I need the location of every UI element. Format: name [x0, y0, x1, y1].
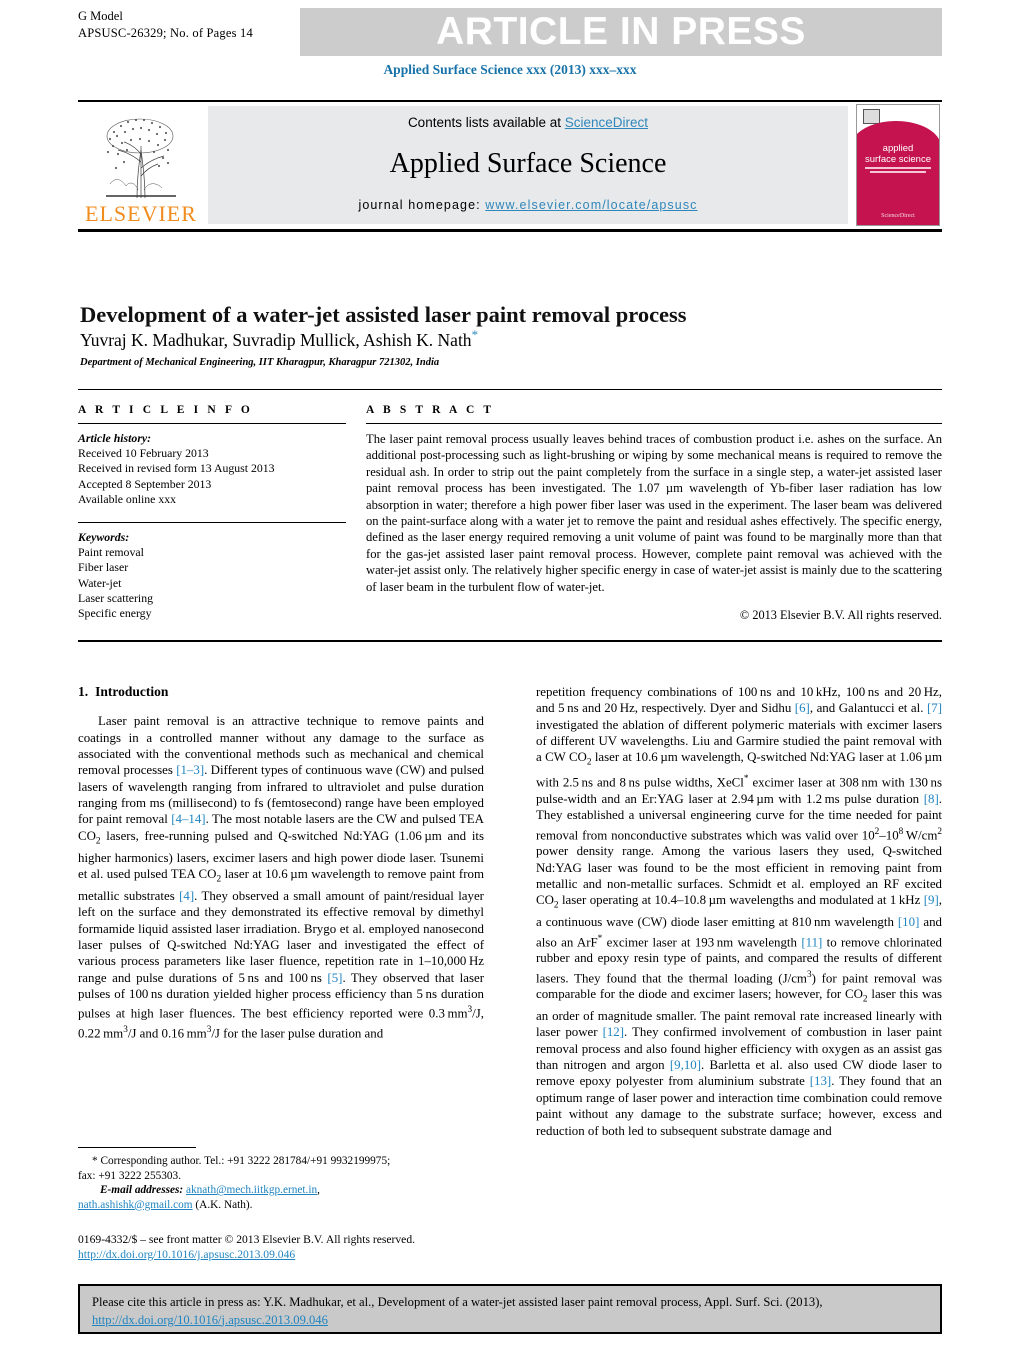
fax-note: fax: +91 3222 255303.: [78, 1169, 182, 1182]
citation-doi-link[interactable]: http://dx.doi.org/10.1016/j.apsusc.2013.…: [92, 1313, 328, 1327]
info-bottom-rule: [78, 640, 942, 642]
email-note: E-mail addresses: aknath@mech.iitkgp.ern…: [100, 1184, 320, 1197]
keywords-divider: [78, 522, 346, 524]
masthead-bottom-rule: [78, 229, 942, 232]
journal-homepage-line: journal homepage: www.elsevier.com/locat…: [208, 198, 848, 212]
cover-crimson-body: [857, 183, 939, 225]
citation-text: Please cite this article in press as: Y.…: [92, 1295, 823, 1309]
citation-ref[interactable]: [11]: [801, 935, 822, 949]
keyword-item: Laser scattering: [78, 590, 154, 605]
elsevier-wordmark: ELSEVIER: [85, 201, 197, 226]
keyword-item: Water-jet: [78, 575, 122, 590]
citation-ref[interactable]: [4]: [179, 889, 194, 903]
email-link-1[interactable]: aknath@mech.iitkgp.ernet.in: [186, 1184, 317, 1196]
citation-ref[interactable]: [9,10]: [670, 1058, 701, 1072]
journal-homepage-link[interactable]: www.elsevier.com/locate/apsusc: [485, 198, 697, 212]
keyword-item: Fiber laser: [78, 560, 129, 575]
abstract-heading: A B S T R A C T: [366, 404, 495, 416]
keywords-block: Keywords: Paint removal Fiber laser Wate…: [78, 530, 346, 621]
issn-block: 0169-4332/$ – see front matter © 2013 El…: [78, 1232, 508, 1262]
contents-prefix-text: Contents lists available at: [407, 115, 565, 130]
citation-ref[interactable]: [4–14]: [171, 812, 205, 826]
affiliation: Department of Mechanical Engineering, II…: [80, 357, 440, 368]
history-item: Accepted 8 September 2013: [78, 476, 212, 491]
cover-publisher-mini-logo: [863, 109, 880, 124]
citation-ref[interactable]: [12]: [603, 1025, 624, 1039]
citation-ref[interactable]: [10]: [898, 915, 919, 929]
email-label: E-mail addresses:: [100, 1184, 184, 1197]
body-column-right: repetition frequency combinations of 100…: [536, 684, 942, 1139]
article-info-heading: A R T I C L E I N F O: [78, 404, 253, 416]
journal-reference-line: Applied Surface Science xxx (2013) xxx–x…: [383, 62, 637, 77]
top-banner: G Model APSUSC-26329; No. of Pages 14 AR…: [78, 8, 942, 56]
abstract-column: A B S T R A C T The laser paint removal …: [366, 404, 942, 623]
citation-ref[interactable]: [1–3]: [176, 763, 204, 777]
contents-available-line: Contents lists available at ScienceDirec…: [208, 115, 848, 130]
email-owner: (A.K. Nath).: [195, 1198, 253, 1211]
history-item: Received 10 February 2013: [78, 446, 209, 461]
article-in-press-text: ARTICLE IN PRESS: [436, 10, 806, 53]
email-note-second-line: nath.ashishk@gmail.com (A.K. Nath).: [78, 1198, 498, 1213]
cover-subtitle-lines: [865, 167, 931, 175]
article-in-press-band: ARTICLE IN PRESS: [300, 8, 942, 56]
email-link-2[interactable]: nath.ashishk@gmail.com: [78, 1199, 193, 1211]
keyword-item: Specific energy: [78, 606, 152, 621]
keyword-item: Paint removal: [78, 545, 144, 560]
elsevier-tree-icon: [106, 118, 176, 199]
article-history-block: Article history: Received 10 February 20…: [78, 431, 346, 507]
abstract-body: The laser paint removal process usually …: [366, 432, 942, 594]
abstract-copyright: © 2013 Elsevier B.V. All rights reserved…: [739, 608, 942, 623]
citation-ref[interactable]: [5]: [327, 971, 342, 985]
doi-link[interactable]: http://dx.doi.org/10.1016/j.apsusc.2013.…: [78, 1248, 295, 1261]
journal-cover-thumbnail: applied surface science ScienceDirect: [856, 104, 940, 226]
corresponding-author-note: * Corresponding author. Tel.: +91 3222 2…: [92, 1155, 391, 1167]
abstract-divider: [366, 423, 942, 424]
cover-title-line2: surface science: [864, 154, 931, 165]
footnote-block: * Corresponding author. Tel.: +91 3222 2…: [78, 1154, 498, 1212]
journal-title: Applied Surface Science: [389, 148, 667, 179]
footnote-rule: [78, 1147, 196, 1148]
cover-title-text: applied surface science: [857, 143, 939, 165]
cover-title-line1: applied: [882, 143, 914, 154]
citation-ref[interactable]: [8]: [924, 792, 939, 806]
page-title: Development of a water-jet assisted lase…: [80, 302, 687, 328]
citation-ref[interactable]: [13]: [810, 1074, 831, 1088]
history-item: Available online xxx: [78, 491, 177, 506]
body-column-left: 1. Introduction Laser paint removal is an…: [78, 684, 484, 1042]
article-info-column: A R T I C L E I N F O Article history: R…: [78, 404, 346, 621]
citation-ref[interactable]: [7]: [927, 701, 942, 715]
cite-this-article-box: Please cite this article in press as: Y.…: [78, 1284, 942, 1334]
elsevier-logo: ELSEVIER: [80, 106, 202, 228]
body-paragraph: Laser paint removal is an attractive tec…: [78, 714, 484, 1041]
homepage-label: journal homepage:: [358, 198, 486, 212]
citation-ref[interactable]: [9]: [924, 893, 939, 907]
section-title: Introduction: [95, 684, 169, 699]
section-heading-introduction: 1. Introduction: [78, 684, 484, 700]
article-id-label: APSUSC-26329; No. of Pages 14: [78, 26, 253, 40]
masthead-top-rule: [78, 100, 942, 102]
journal-masthead: ELSEVIER Contents lists available at Sci…: [78, 100, 942, 232]
section-number: 1.: [78, 684, 89, 699]
author-names: Yuvraj K. Madhukar, Suvradip Mullick, As…: [80, 329, 472, 350]
author-list: Yuvraj K. Madhukar, Suvradip Mullick, As…: [80, 327, 840, 351]
citation-ref[interactable]: [6]: [795, 701, 810, 715]
keywords-label: Keywords:: [78, 530, 130, 545]
info-top-rule: [78, 389, 942, 390]
history-item: Received in revised form 13 August 2013: [78, 461, 275, 476]
g-model-label: G Model: [78, 9, 123, 23]
issn-line: 0169-4332/$ – see front matter © 2013 El…: [78, 1233, 416, 1246]
cover-footer-text: ScienceDirect: [881, 213, 915, 219]
sciencedirect-link[interactable]: ScienceDirect: [565, 115, 648, 130]
g-model-block: G Model APSUSC-26329; No. of Pages 14: [78, 8, 253, 42]
article-history-label: Article history:: [78, 431, 152, 445]
masthead-content-box: Contents lists available at ScienceDirec…: [208, 106, 848, 224]
article-info-divider: [78, 423, 346, 424]
corresponding-author-marker: *: [471, 327, 479, 342]
body-paragraph: repetition frequency combinations of 100…: [536, 685, 942, 1138]
